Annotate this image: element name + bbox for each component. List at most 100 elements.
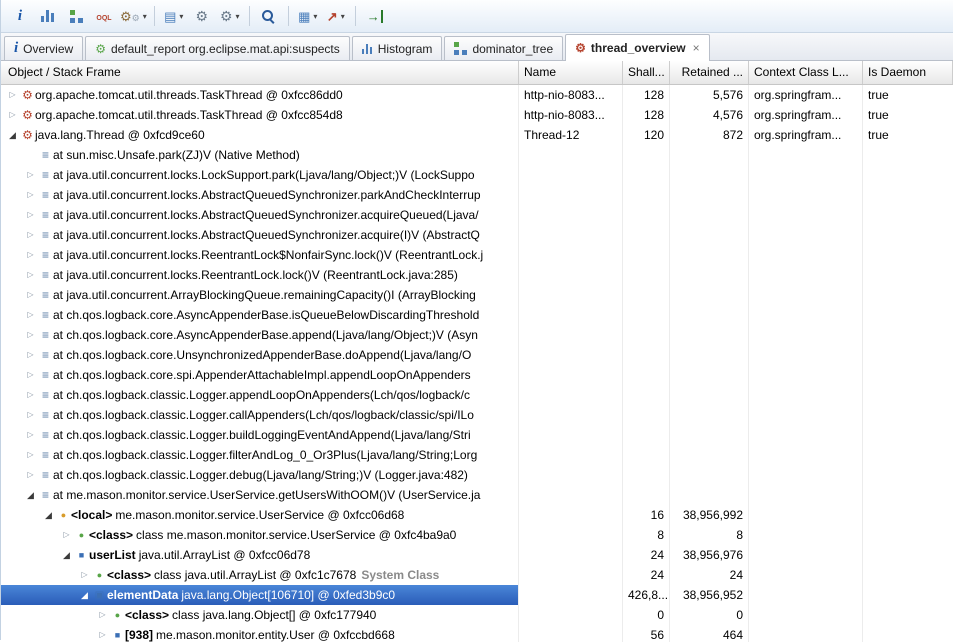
cell-object-stack-frame[interactable]: ▷ at ch.qos.logback.classic.Logger.filte… bbox=[1, 445, 519, 465]
oql-button[interactable] bbox=[91, 3, 117, 29]
table-row[interactable]: ▷ at ch.qos.logback.core.AsyncAppenderBa… bbox=[1, 325, 953, 345]
tree-expand-arrow-icon[interactable]: ▷ bbox=[23, 345, 38, 365]
table-row[interactable]: ◢ elementData java.lang.Object[106710] @… bbox=[1, 585, 953, 605]
cell-object-stack-frame[interactable]: ▷ at java.util.concurrent.ArrayBlockingQ… bbox=[1, 285, 519, 305]
tree-expand-arrow-icon[interactable]: ▷ bbox=[77, 565, 92, 585]
cell-object-stack-frame[interactable]: ◢ java.lang.Thread @ 0xfcd9ce60 bbox=[1, 125, 519, 145]
cell-object-stack-frame[interactable]: ◢ <local> me.mason.monitor.service.UserS… bbox=[1, 505, 519, 525]
table-row[interactable]: ▷ at java.util.concurrent.ArrayBlockingQ… bbox=[1, 285, 953, 305]
column-header-is-daemon[interactable]: Is Daemon bbox=[863, 61, 953, 84]
tree-expand-arrow-icon[interactable]: ▷ bbox=[23, 225, 38, 245]
table-row[interactable]: ◢ userList java.util.ArrayList @ 0xfcc06… bbox=[1, 545, 953, 565]
tree-expand-arrow-icon[interactable]: ▷ bbox=[23, 445, 38, 465]
tree-expand-arrow-icon[interactable]: ▷ bbox=[5, 105, 20, 125]
cell-object-stack-frame[interactable]: ▷ <class> class java.lang.Object[] @ 0xf… bbox=[1, 605, 519, 625]
cell-object-stack-frame[interactable]: ▷ <class> class java.util.ArrayList @ 0x… bbox=[1, 565, 519, 585]
table-row[interactable]: ▷ <class> class me.mason.monitor.service… bbox=[1, 525, 953, 545]
cell-object-stack-frame[interactable]: ◢ elementData java.lang.Object[106710] @… bbox=[1, 585, 519, 605]
table-row[interactable]: ▷ <class> class java.lang.Object[] @ 0xf… bbox=[1, 605, 953, 625]
tree-expand-arrow-icon[interactable]: ▷ bbox=[23, 285, 38, 305]
tree-expand-arrow-icon[interactable]: ▷ bbox=[23, 385, 38, 405]
tree-expand-arrow-icon[interactable]: ▷ bbox=[23, 325, 38, 345]
tree-expand-arrow-icon[interactable]: ◢ bbox=[5, 125, 20, 145]
table-row[interactable]: ▷ at java.util.concurrent.locks.LockSupp… bbox=[1, 165, 953, 185]
cell-object-stack-frame[interactable]: ▷ at ch.qos.logback.core.AsyncAppenderBa… bbox=[1, 325, 519, 345]
cell-object-stack-frame[interactable]: ◢ at me.mason.monitor.service.UserServic… bbox=[1, 485, 519, 505]
tree-expand-arrow-icon[interactable]: ▷ bbox=[23, 205, 38, 225]
cell-object-stack-frame[interactable]: at sun.misc.Unsafe.park(ZJ)V (Native Met… bbox=[1, 145, 519, 165]
table-row[interactable]: ◢ at me.mason.monitor.service.UserServic… bbox=[1, 485, 953, 505]
cell-object-stack-frame[interactable]: ▷ at java.util.concurrent.locks.LockSupp… bbox=[1, 165, 519, 185]
column-header-retained-heap[interactable]: Retained ... bbox=[670, 61, 749, 84]
table-row[interactable]: at sun.misc.Unsafe.park(ZJ)V (Native Met… bbox=[1, 145, 953, 165]
acquire-heap-dump-button[interactable] bbox=[189, 3, 215, 29]
tree-expand-arrow-icon[interactable]: ◢ bbox=[41, 505, 56, 525]
table-row[interactable]: ▷ at ch.qos.logback.core.spi.AppenderAtt… bbox=[1, 365, 953, 385]
cell-object-stack-frame[interactable]: ▷ at ch.qos.logback.classic.Logger.build… bbox=[1, 425, 519, 445]
column-header-name[interactable]: Name bbox=[519, 61, 623, 84]
dropdown-caret-icon[interactable]: ▾ bbox=[341, 12, 345, 21]
table-row[interactable]: ▷ at ch.qos.logback.classic.Logger.build… bbox=[1, 425, 953, 445]
table-view-button[interactable]: ▾ bbox=[295, 3, 321, 29]
table-row[interactable]: ▷ org.apache.tomcat.util.threads.TaskThr… bbox=[1, 85, 953, 105]
cell-object-stack-frame[interactable]: ▷ at java.util.concurrent.locks.Abstract… bbox=[1, 185, 519, 205]
run-expert-report-button[interactable]: ▾ bbox=[119, 3, 148, 29]
tab-dominator-tree[interactable]: dominator_tree bbox=[444, 36, 564, 60]
cell-object-stack-frame[interactable]: ▷ at ch.qos.logback.core.UnsynchronizedA… bbox=[1, 345, 519, 365]
dominator-tree-button[interactable] bbox=[63, 3, 89, 29]
tab-default-report[interactable]: default_report org.eclipse.mat.api:suspe… bbox=[85, 36, 350, 60]
tree-expand-arrow-icon[interactable]: ▷ bbox=[23, 265, 38, 285]
close-icon[interactable]: × bbox=[693, 41, 700, 55]
table-row[interactable]: ▷ <class> class java.util.ArrayList @ 0x… bbox=[1, 565, 953, 585]
overview-button[interactable] bbox=[7, 3, 33, 29]
run-report-button[interactable]: ▾ bbox=[217, 3, 243, 29]
histogram-button[interactable] bbox=[35, 3, 61, 29]
column-header-object-stack-frame[interactable]: Object / Stack Frame bbox=[1, 61, 519, 84]
table-row[interactable]: ▷ at java.util.concurrent.locks.Abstract… bbox=[1, 225, 953, 245]
cell-object-stack-frame[interactable]: ▷ org.apache.tomcat.util.threads.TaskThr… bbox=[1, 85, 519, 105]
table-row[interactable]: ▷ at java.util.concurrent.locks.Abstract… bbox=[1, 205, 953, 225]
cell-object-stack-frame[interactable]: ▷ at java.util.concurrent.locks.Reentran… bbox=[1, 245, 519, 265]
tree-expand-arrow-icon[interactable]: ▷ bbox=[23, 185, 38, 205]
compare-to-another-button[interactable] bbox=[362, 3, 388, 29]
table-row[interactable]: ◢ java.lang.Thread @ 0xfcd9ce60 Thread-1… bbox=[1, 125, 953, 145]
chart-view-button[interactable]: ▾ bbox=[323, 3, 349, 29]
dropdown-caret-icon[interactable]: ▾ bbox=[143, 12, 147, 21]
tree-expand-arrow-icon[interactable]: ▷ bbox=[23, 425, 38, 445]
cell-object-stack-frame[interactable]: ▷ at ch.qos.logback.core.spi.AppenderAtt… bbox=[1, 365, 519, 385]
tree-expand-arrow-icon[interactable]: ▷ bbox=[23, 245, 38, 265]
tree-expand-arrow-icon[interactable]: ▷ bbox=[95, 625, 110, 642]
dropdown-caret-icon[interactable]: ▾ bbox=[313, 12, 317, 21]
tree-expand-arrow-icon[interactable]: ▷ bbox=[59, 525, 74, 545]
table-row[interactable]: ▷ at ch.qos.logback.classic.Logger.debug… bbox=[1, 465, 953, 485]
tab-histogram[interactable]: Histogram bbox=[351, 36, 443, 60]
cell-object-stack-frame[interactable]: ▷ at ch.qos.logback.core.AsyncAppenderBa… bbox=[1, 305, 519, 325]
heap-dump-history-button[interactable]: ▾ bbox=[161, 3, 187, 29]
tree-expand-arrow-icon[interactable]: ▷ bbox=[23, 365, 38, 385]
tree-expand-arrow-icon[interactable]: ▷ bbox=[23, 305, 38, 325]
table-row[interactable]: ▷ at ch.qos.logback.classic.Logger.appen… bbox=[1, 385, 953, 405]
table-row[interactable]: ◢ <local> me.mason.monitor.service.UserS… bbox=[1, 505, 953, 525]
tree-expand-arrow-icon[interactable]: ◢ bbox=[59, 545, 74, 565]
table-row[interactable]: ▷ at ch.qos.logback.classic.Logger.filte… bbox=[1, 445, 953, 465]
table-row[interactable]: ▷ [938] me.mason.monitor.entity.User @ 0… bbox=[1, 625, 953, 642]
table-row[interactable]: ▷ at ch.qos.logback.classic.Logger.callA… bbox=[1, 405, 953, 425]
tree-expand-arrow-icon[interactable]: ▷ bbox=[23, 165, 38, 185]
search-button[interactable] bbox=[256, 3, 282, 29]
dropdown-caret-icon[interactable]: ▾ bbox=[179, 12, 183, 21]
tree-expand-arrow-icon[interactable]: ▷ bbox=[95, 605, 110, 625]
cell-object-stack-frame[interactable]: ▷ [938] me.mason.monitor.entity.User @ 0… bbox=[1, 625, 519, 642]
cell-object-stack-frame[interactable]: ▷ at java.util.concurrent.locks.Abstract… bbox=[1, 225, 519, 245]
cell-object-stack-frame[interactable]: ◢ userList java.util.ArrayList @ 0xfcc06… bbox=[1, 545, 519, 565]
table-row[interactable]: ▷ at java.util.concurrent.locks.Reentran… bbox=[1, 245, 953, 265]
tree-expand-arrow-icon[interactable]: ▷ bbox=[5, 85, 20, 105]
cell-object-stack-frame[interactable]: ▷ at java.util.concurrent.locks.Abstract… bbox=[1, 205, 519, 225]
cell-object-stack-frame[interactable]: ▷ at ch.qos.logback.classic.Logger.debug… bbox=[1, 465, 519, 485]
table-row[interactable]: ▷ at java.util.concurrent.locks.Reentran… bbox=[1, 265, 953, 285]
cell-object-stack-frame[interactable]: ▷ at java.util.concurrent.locks.Reentran… bbox=[1, 265, 519, 285]
table-row[interactable]: ▷ org.apache.tomcat.util.threads.TaskThr… bbox=[1, 105, 953, 125]
dropdown-caret-icon[interactable]: ▾ bbox=[236, 12, 240, 21]
column-header-shallow-heap[interactable]: Shall... bbox=[623, 61, 670, 84]
tree-expand-arrow-icon[interactable]: ◢ bbox=[23, 485, 38, 505]
table-row[interactable]: ▷ at java.util.concurrent.locks.Abstract… bbox=[1, 185, 953, 205]
